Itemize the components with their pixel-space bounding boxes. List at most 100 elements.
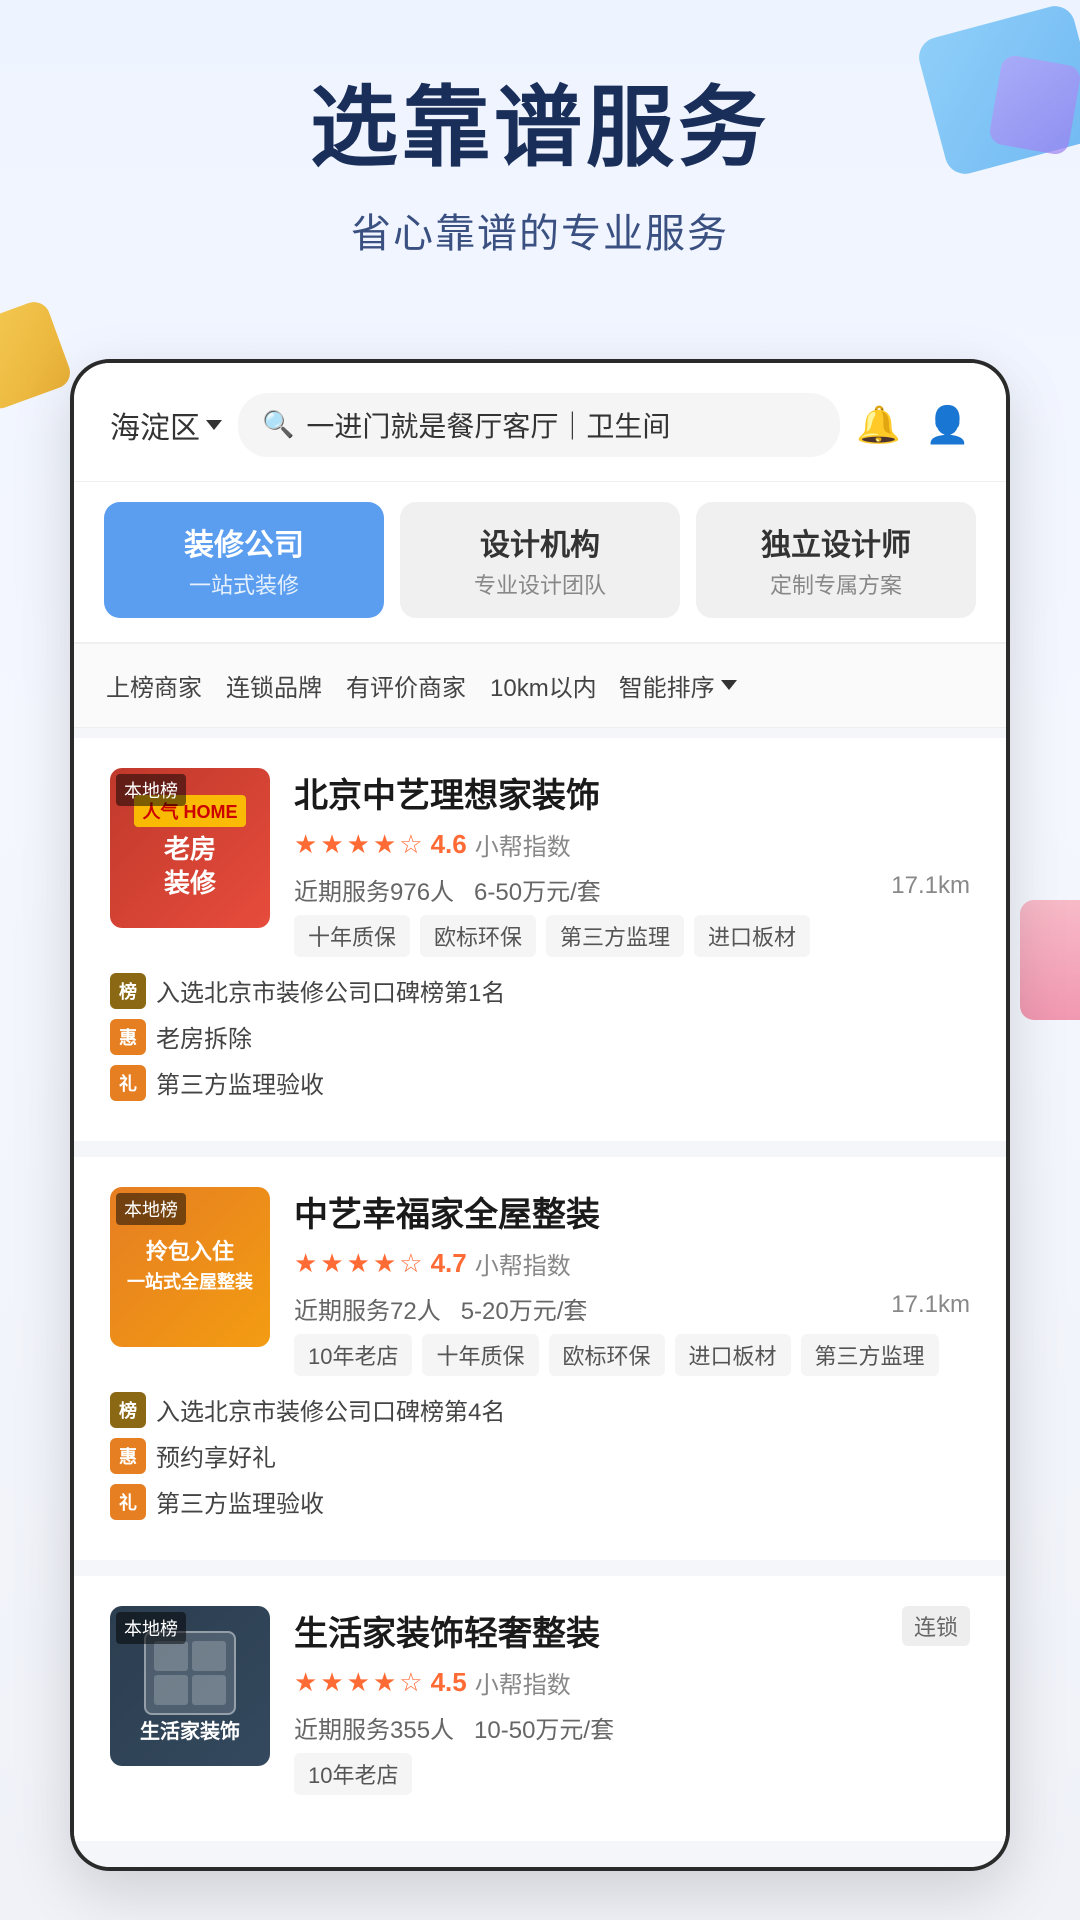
user-icon[interactable]: 👤 <box>925 404 970 446</box>
listing-header: 生活家装饰 本地榜 生活家装饰轻奢整装 连锁 ★ ★ ★ <box>110 1606 970 1795</box>
tab-renovation[interactable]: 装修公司 一站式装修 <box>104 502 384 618</box>
listing-card[interactable]: 拎包入住一站式全屋整装 本地榜 中艺幸福家全屋整装 ★ ★ ★ ★ ☆ <box>74 1157 1006 1560</box>
rating-label-1: 小帮指数 <box>475 827 571 862</box>
deco-pink-block <box>1020 900 1080 1020</box>
rating-row-2: ★ ★ ★ ★ ☆ 4.7 小帮指数 <box>294 1246 970 1281</box>
gift-badge-text-1: 第三方监理验收 <box>156 1065 324 1100</box>
badge-local-1: 本地榜 <box>116 774 186 806</box>
listing-name-1: 北京中艺理想家装饰 <box>294 768 970 817</box>
star-half: ☆ <box>399 1248 422 1279</box>
tab-design-firm[interactable]: 设计机构 专业设计团队 <box>400 502 680 618</box>
badge-row: 榜 入选北京市装修公司口碑榜第4名 <box>110 1392 970 1428</box>
chevron-down-icon <box>206 420 222 430</box>
chain-badge-3: 连锁 <box>902 1606 970 1646</box>
gift-badge-icon: 礼 <box>110 1484 146 1520</box>
header-icons: 🔔 👤 <box>856 404 970 446</box>
promo-badge-icon: 惠 <box>110 1019 146 1055</box>
recent-service-2: 近期服务72人 5-20万元/套 <box>294 1291 587 1326</box>
rank-badge-text-1: 入选北京市装修公司口碑榜第1名 <box>156 973 505 1008</box>
recent-service-3: 近期服务355人 10-50万元/套 <box>294 1710 614 1745</box>
tag: 10年老店 <box>294 1334 412 1376</box>
rank-badge-text-2: 入选北京市装修公司口碑榜第4名 <box>156 1392 505 1427</box>
listing-card[interactable]: 生活家装饰 本地榜 生活家装饰轻奢整装 连锁 ★ ★ ★ <box>74 1576 1006 1841</box>
rank-badge-icon: 榜 <box>110 1392 146 1428</box>
tags-row-2: 10年老店 十年质保 欧标环保 进口板材 第三方监理 <box>294 1334 970 1376</box>
promo-badge-icon: 惠 <box>110 1438 146 1474</box>
tag: 10年老店 <box>294 1753 412 1795</box>
tag: 第三方监理 <box>801 1334 939 1376</box>
listing-img-label-3: 生活家装饰 <box>140 1719 240 1745</box>
listing-header: 拎包入住一站式全屋整装 本地榜 中艺幸福家全屋整装 ★ ★ ★ ★ ☆ <box>110 1187 970 1376</box>
badge-row: 礼 第三方监理验收 <box>110 1065 970 1101</box>
search-icon: 🔍 <box>262 409 294 440</box>
star-half: ☆ <box>399 1667 422 1698</box>
badge-row: 惠 预约享好礼 <box>110 1438 970 1474</box>
filter-top-merchant[interactable]: 上榜商家 <box>104 662 204 709</box>
rating-row-1: ★ ★ ★ ★ ☆ 4.6 小帮指数 <box>294 827 970 862</box>
badge-row: 礼 第三方监理验收 <box>110 1484 970 1520</box>
badge-local-3: 本地榜 <box>116 1612 186 1644</box>
rating-score-2: 4.7 <box>431 1248 467 1279</box>
tag: 十年质保 <box>294 915 410 957</box>
rating-label-3: 小帮指数 <box>475 1665 571 1700</box>
tag: 进口板材 <box>675 1334 791 1376</box>
badge-row: 榜 入选北京市装修公司口碑榜第1名 <box>110 973 970 1009</box>
filter-smart-sort[interactable]: 智能排序 <box>619 668 737 703</box>
badge-local-2: 本地榜 <box>116 1193 186 1225</box>
hero-title: 选靠谱服务 <box>40 80 1040 177</box>
star-half: ☆ <box>399 829 422 860</box>
listing-img-label-1: 老房装修 <box>134 833 245 901</box>
tab-designer[interactable]: 独立设计师 定制专属方案 <box>696 502 976 618</box>
star: ★ <box>294 1667 317 1698</box>
tag: 欧标环保 <box>549 1334 665 1376</box>
gift-badge-text-2: 第三方监理验收 <box>156 1484 324 1519</box>
filter-rated-merchant[interactable]: 有评价商家 <box>344 662 468 709</box>
star: ★ <box>294 1248 317 1279</box>
bell-icon[interactable]: 🔔 <box>856 404 901 446</box>
service-row-2: 近期服务72人 5-20万元/套 17.1km <box>294 1291 970 1326</box>
listing-card[interactable]: 人气 HOME 老房装修 本地榜 北京中艺理想家装饰 ★ ★ ★ ★ <box>74 738 1006 1141</box>
star: ★ <box>347 1248 370 1279</box>
rating-score-1: 4.6 <box>431 829 467 860</box>
distance-2: 17.1km <box>891 1291 970 1326</box>
star: ★ <box>347 829 370 860</box>
stars-1: ★ ★ ★ ★ ☆ <box>294 829 423 860</box>
sort-chevron-icon <box>721 680 737 690</box>
stars-2: ★ ★ ★ ★ ☆ <box>294 1248 423 1279</box>
search-input-wrap[interactable]: 🔍 一进门就是餐厅客厅｜卫生间 <box>238 393 840 457</box>
deco-yellow-block <box>0 298 74 413</box>
listing-info-3: 生活家装饰轻奢整装 连锁 ★ ★ ★ ★ ☆ 4.5 小帮指数 <box>294 1606 970 1795</box>
search-query-text: 一进门就是餐厅客厅｜卫生间 <box>306 405 670 445</box>
tab-renovation-sub: 一站式装修 <box>114 568 374 600</box>
listing-image: 生活家装饰 本地榜 <box>110 1606 270 1766</box>
filter-chain-brand[interactable]: 连锁品牌 <box>224 662 324 709</box>
stars-3: ★ ★ ★ ★ ☆ <box>294 1667 423 1698</box>
hero-section: 选靠谱服务 省心靠谱的专业服务 <box>0 0 1080 299</box>
listing-image: 人气 HOME 老房装修 本地榜 <box>110 768 270 928</box>
badge-rows-1: 榜 入选北京市装修公司口碑榜第1名 惠 老房拆除 礼 第三方监理验收 <box>110 973 970 1101</box>
filter-bar: 上榜商家 连锁品牌 有评价商家 10km以内 智能排序 <box>74 644 1006 728</box>
service-row-3: 近期服务355人 10-50万元/套 <box>294 1710 970 1745</box>
listing-name-2: 中艺幸福家全屋整装 <box>294 1187 970 1236</box>
tags-row-1: 十年质保 欧标环保 第三方监理 进口板材 <box>294 915 970 957</box>
service-row-1: 近期服务976人 6-50万元/套 17.1km <box>294 872 970 907</box>
location-text: 海淀区 <box>110 403 200 447</box>
listing-name-3: 生活家装饰轻奢整装 <box>294 1606 600 1655</box>
tag: 第三方监理 <box>546 915 684 957</box>
location-selector[interactable]: 海淀区 <box>110 403 222 447</box>
star: ★ <box>373 829 396 860</box>
app-frame: 海淀区 🔍 一进门就是餐厅客厅｜卫生间 🔔 👤 装修公司 一站式装修 设计机构 … <box>70 359 1010 1871</box>
filter-smart-sort-label: 智能排序 <box>619 668 715 703</box>
tags-row-3: 10年老店 <box>294 1753 970 1795</box>
rating-row-3: ★ ★ ★ ★ ☆ 4.5 小帮指数 <box>294 1665 970 1700</box>
listing-image: 拎包入住一站式全屋整装 本地榜 <box>110 1187 270 1347</box>
listing-img-label-2: 拎包入住一站式全屋整装 <box>127 1238 253 1295</box>
hero-subtitle: 省心靠谱的专业服务 <box>40 201 1040 259</box>
tab-designer-sub: 定制专属方案 <box>706 568 966 600</box>
filter-distance[interactable]: 10km以内 <box>488 662 599 709</box>
rating-label-2: 小帮指数 <box>475 1246 571 1281</box>
rating-score-3: 4.5 <box>431 1667 467 1698</box>
listings-container: 人气 HOME 老房装修 本地榜 北京中艺理想家装饰 ★ ★ ★ ★ <box>74 728 1006 1867</box>
star: ★ <box>320 1248 343 1279</box>
recent-service-1: 近期服务976人 6-50万元/套 <box>294 872 601 907</box>
